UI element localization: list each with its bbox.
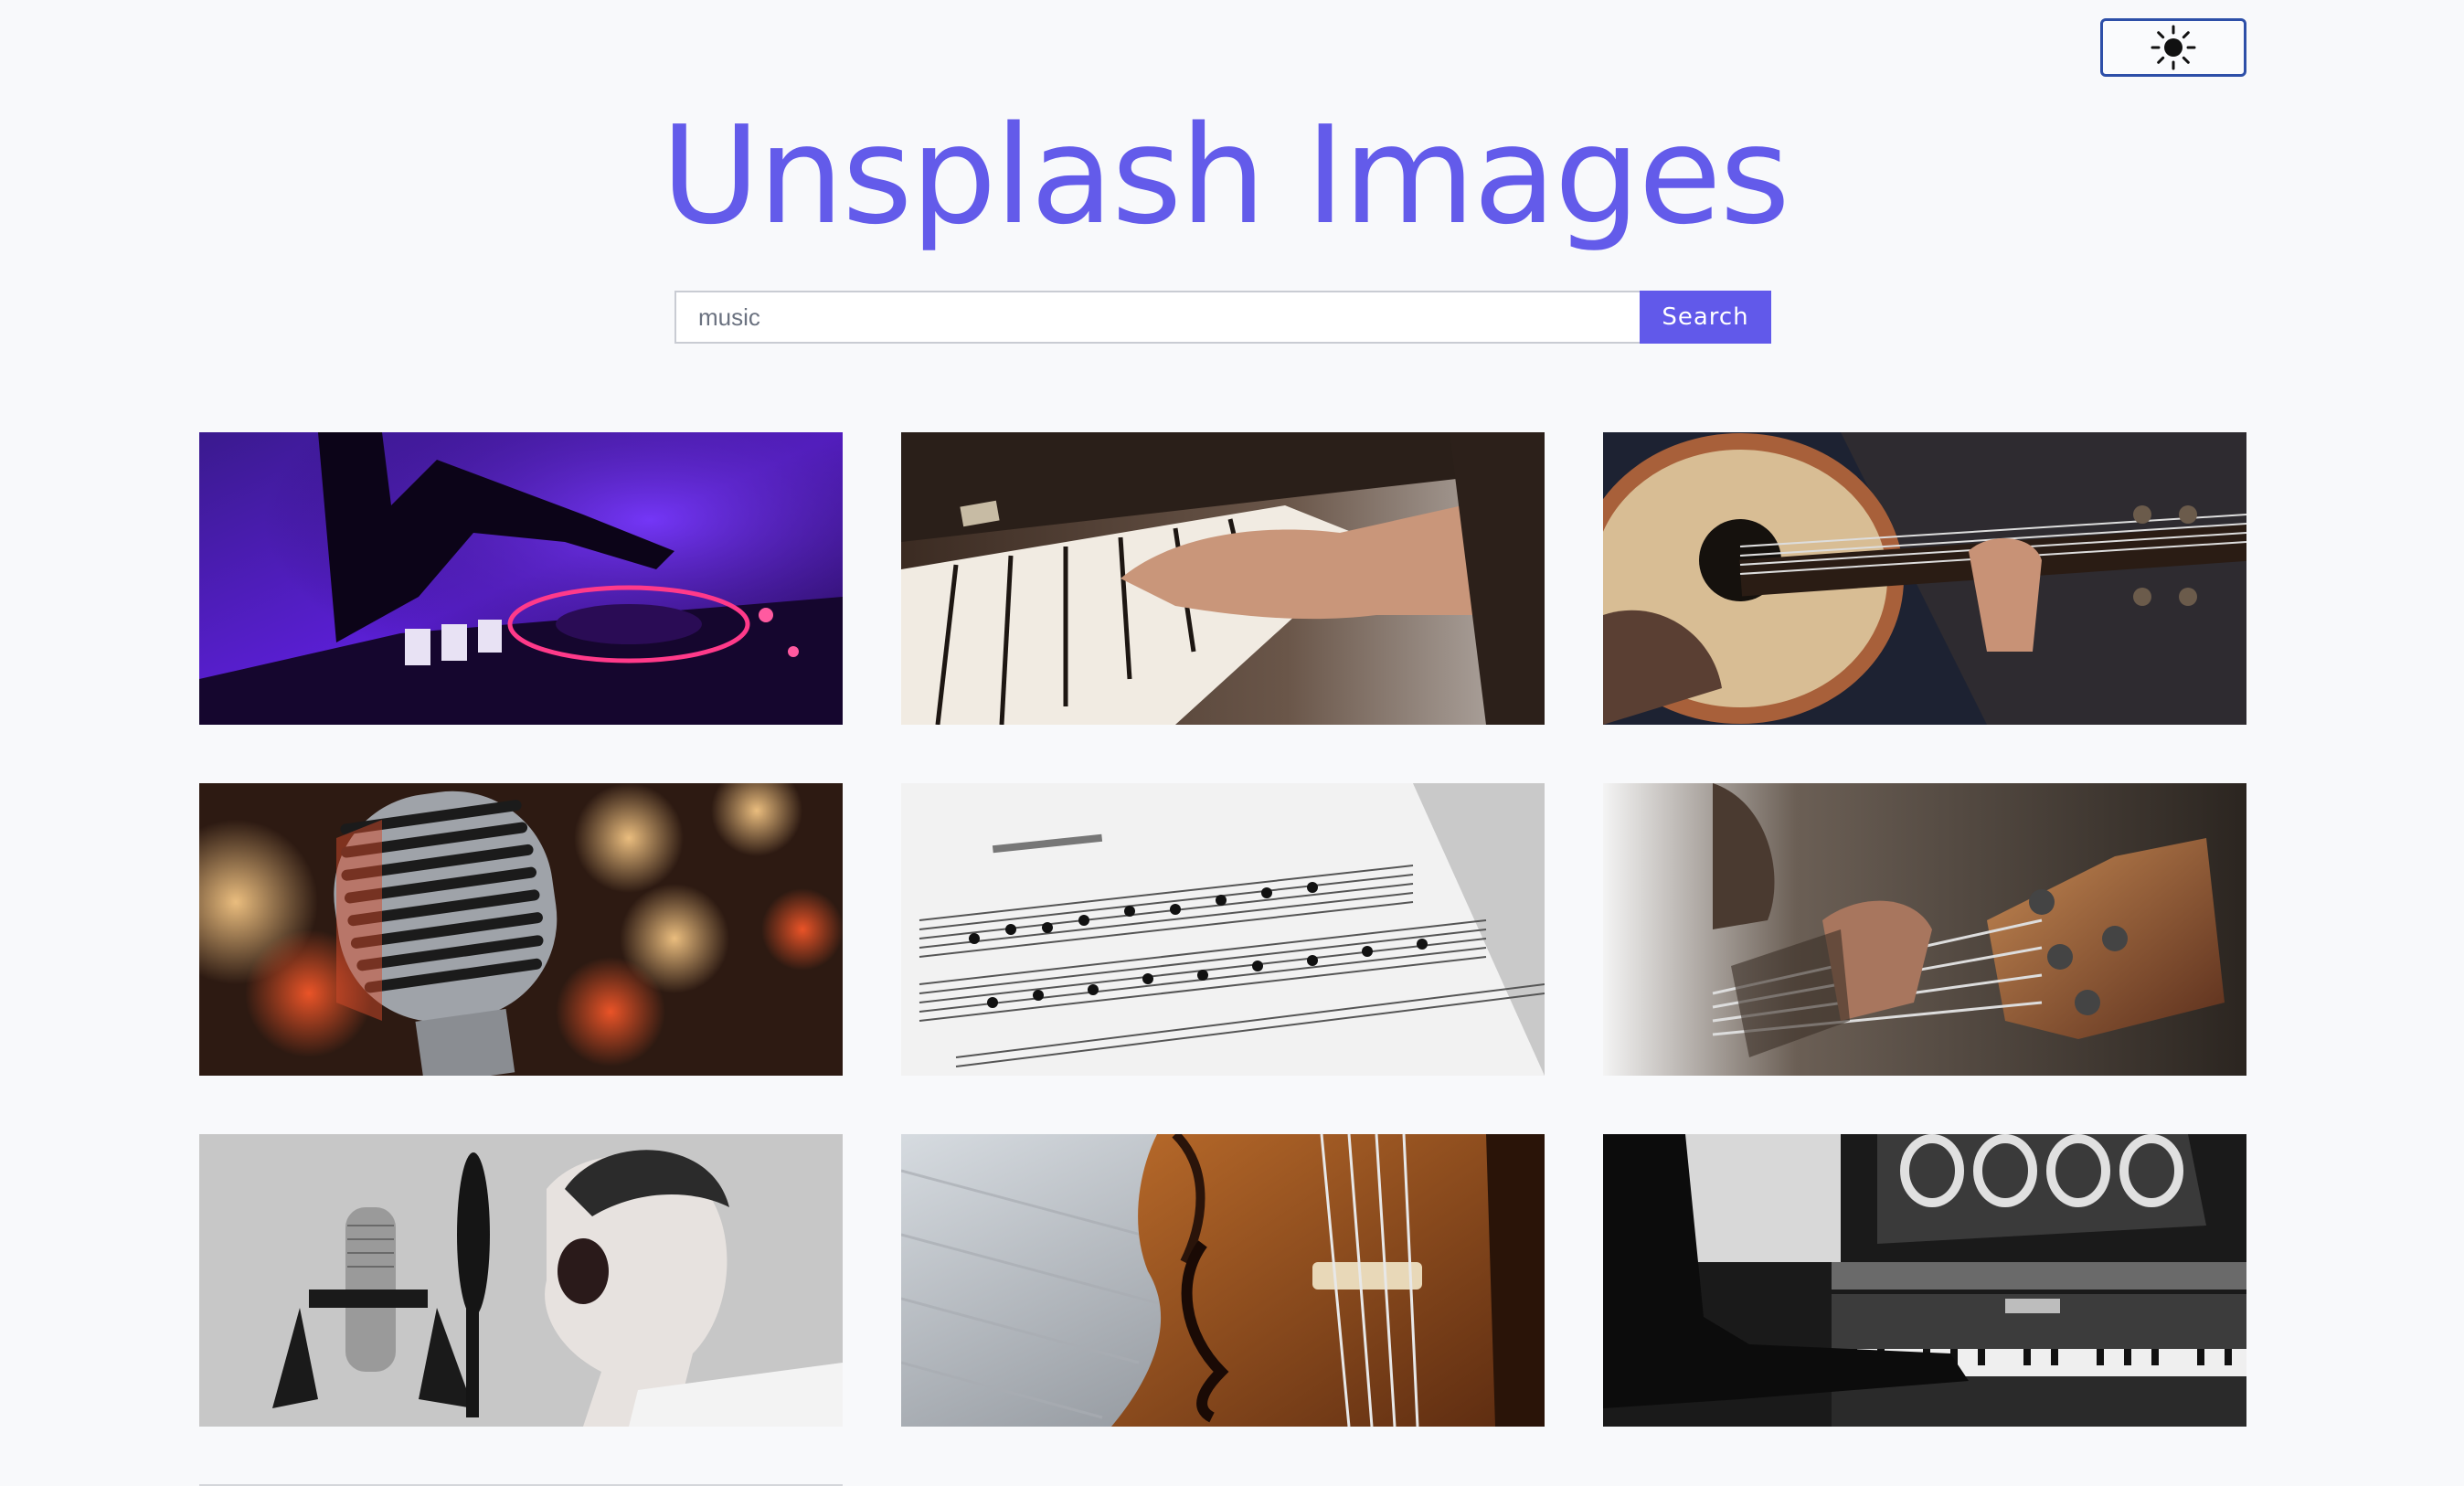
page-title: Unsplash Images	[661, 97, 1790, 254]
image-card[interactable]	[199, 783, 843, 1076]
piano-hands-image	[901, 432, 1545, 725]
image-grid	[199, 432, 2246, 1427]
page: Unsplash Images Search	[0, 0, 2464, 1486]
dj-controller-image	[199, 432, 843, 725]
image-card[interactable]	[1603, 432, 2246, 725]
search-button[interactable]: Search	[1640, 291, 1771, 344]
singer-with-microphone-image	[199, 1134, 843, 1427]
vintage-microphone-image	[199, 783, 843, 1076]
image-card[interactable]	[901, 432, 1545, 725]
theme-toggle-button[interactable]	[2100, 18, 2246, 77]
image-card[interactable]	[1603, 783, 2246, 1076]
search-input[interactable]	[674, 291, 1640, 344]
image-card[interactable]	[901, 783, 1545, 1076]
sun-icon	[2151, 25, 2196, 70]
search-form: Search	[674, 291, 1771, 344]
upright-piano-image	[1603, 1134, 2246, 1427]
image-card[interactable]	[901, 1134, 1545, 1427]
image-card[interactable]	[199, 1134, 843, 1427]
bass-guitar-image	[1603, 783, 2246, 1076]
violin-image	[901, 1134, 1545, 1427]
acoustic-guitar-image	[1603, 432, 2246, 725]
image-card[interactable]	[1603, 1134, 2246, 1427]
sheet-music-image	[901, 783, 1545, 1076]
image-card[interactable]	[199, 432, 843, 725]
